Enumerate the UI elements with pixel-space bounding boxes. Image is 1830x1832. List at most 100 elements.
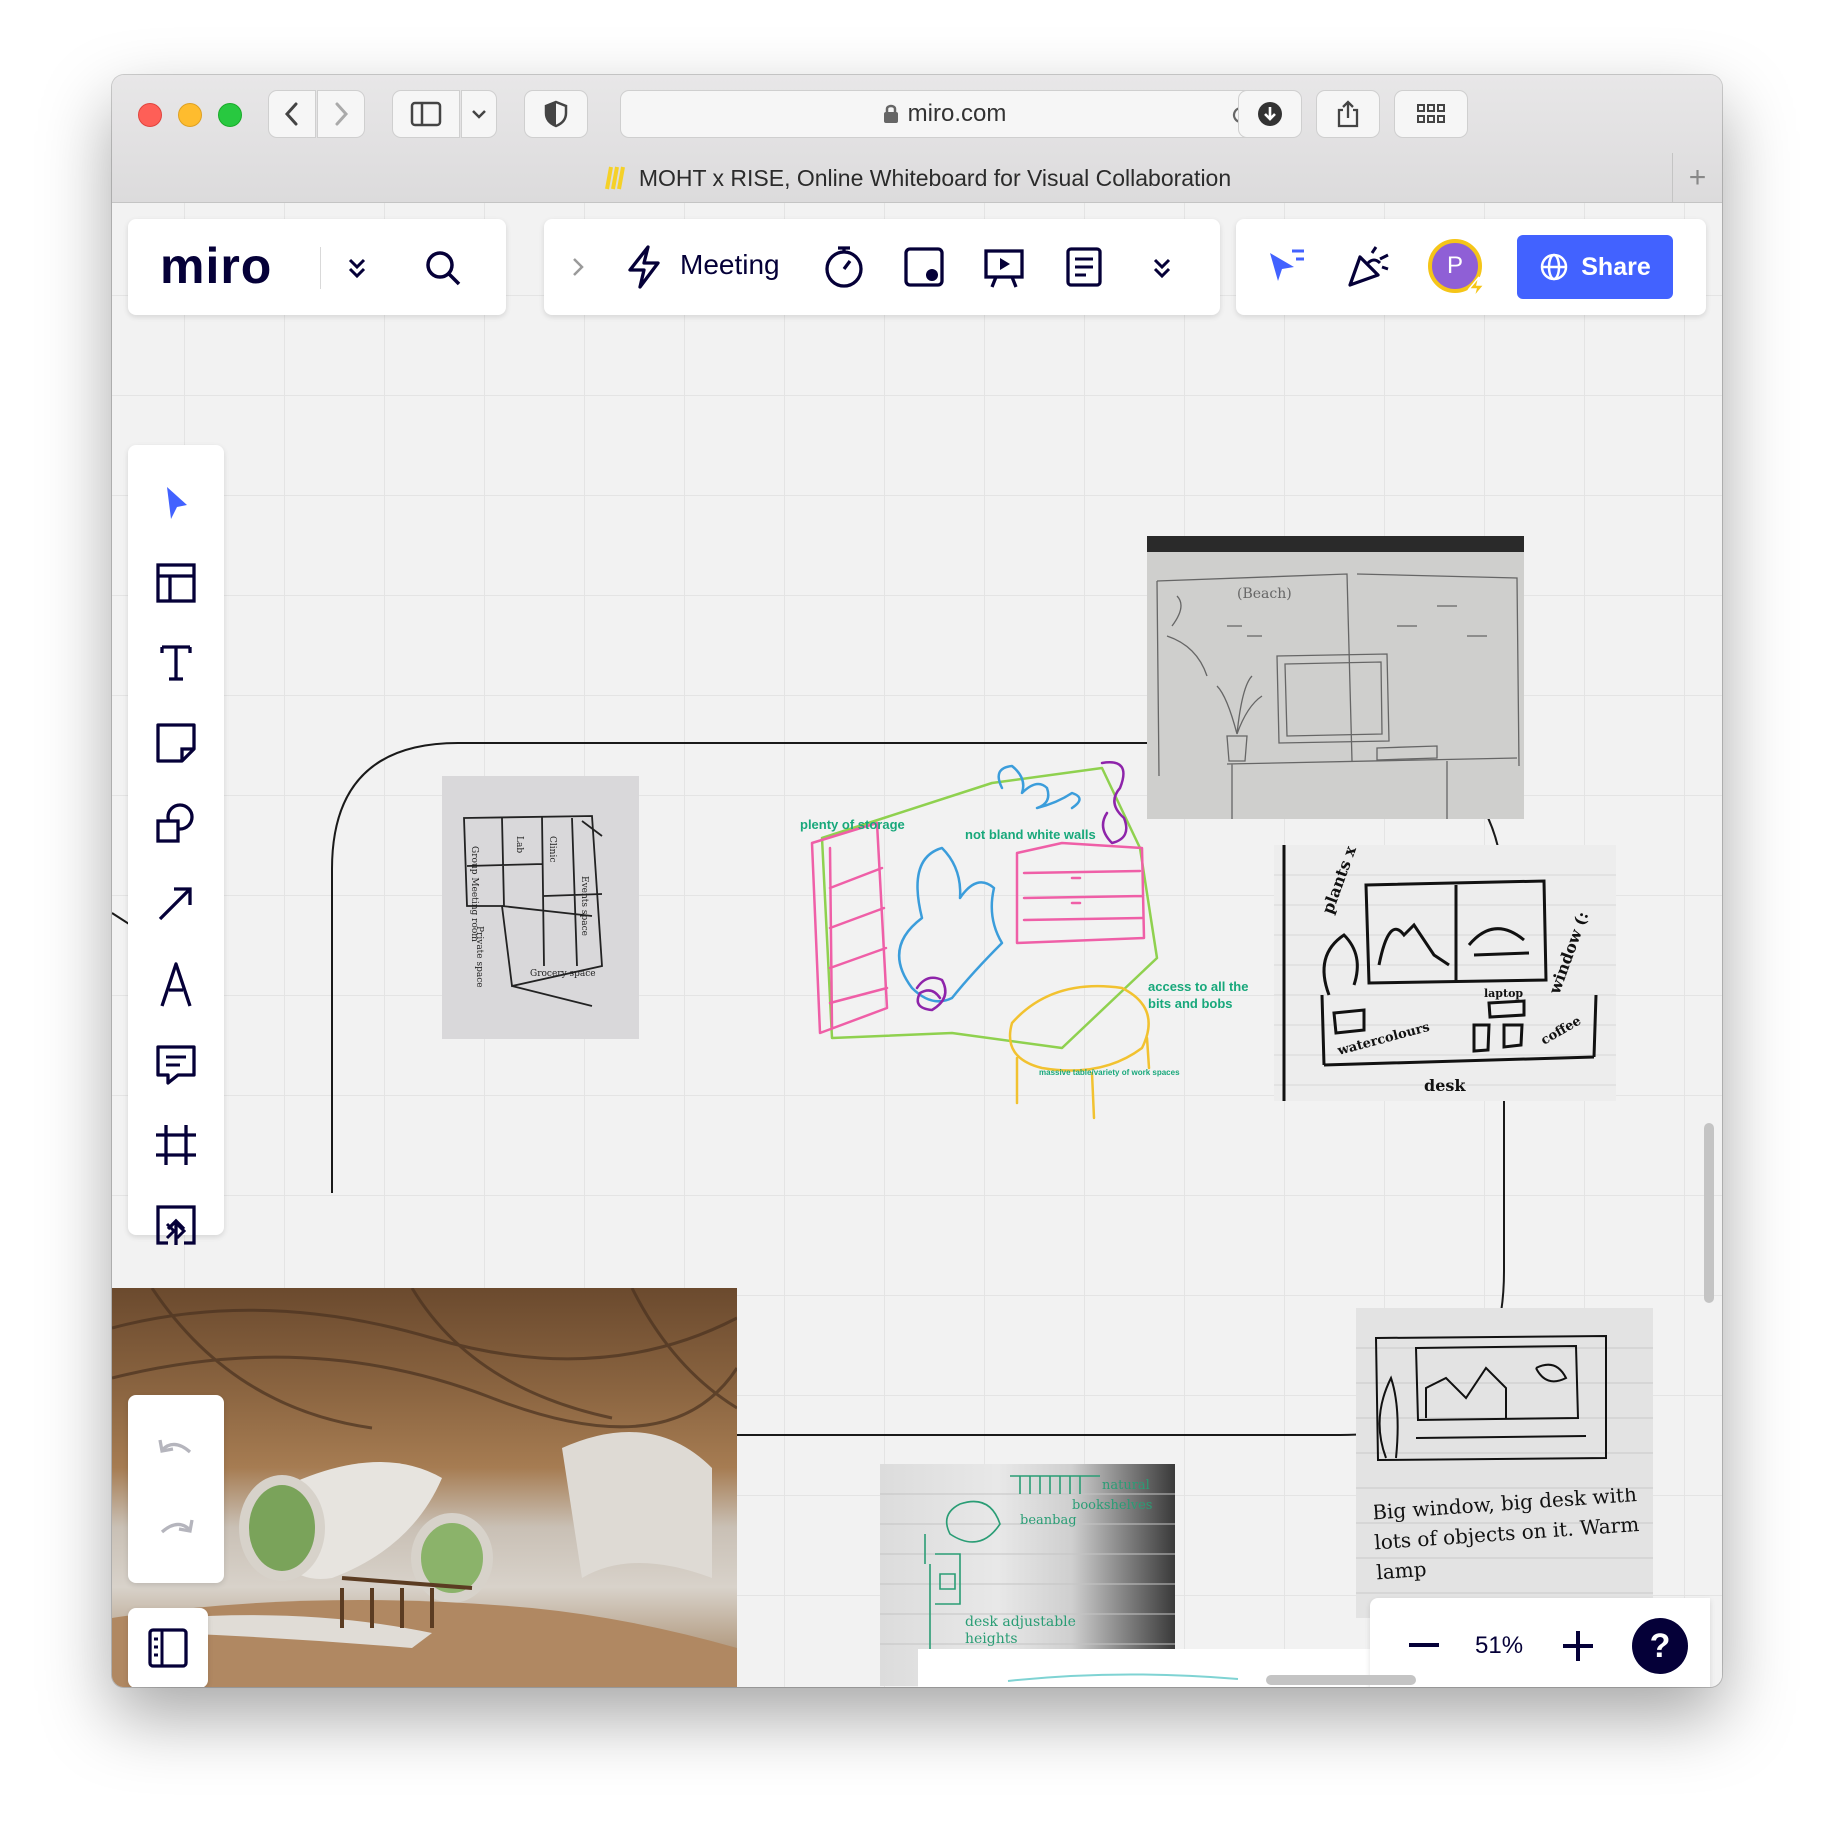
chevron-right-icon xyxy=(335,102,349,126)
pen-icon xyxy=(160,962,192,1007)
more-tools-button[interactable] xyxy=(1140,247,1184,289)
label-access-bits-and-bobs[interactable]: access to all the bits and bobs xyxy=(1148,978,1266,1012)
board-menu-button[interactable] xyxy=(336,247,378,289)
svg-text:window (:: window (: xyxy=(1545,909,1593,997)
svg-text:Events space: Events space xyxy=(579,876,589,936)
meeting-button[interactable]: Meeting xyxy=(680,249,780,281)
more-apps-button[interactable] xyxy=(152,1207,200,1255)
lightning-icon[interactable] xyxy=(622,243,666,291)
search-icon xyxy=(426,251,461,286)
privacy-report-button[interactable] xyxy=(524,90,588,138)
svg-text:laptop: laptop xyxy=(1484,987,1523,1000)
sticky-note-tool[interactable] xyxy=(152,719,200,767)
svg-text:plants x 100: plants x 100 xyxy=(1318,845,1373,916)
share-label: Share xyxy=(1581,252,1651,281)
connection-line-tool[interactable] xyxy=(152,879,200,927)
double-chevron-right-icon xyxy=(165,1222,187,1240)
table-stroke xyxy=(1008,984,1151,1120)
back-button[interactable] xyxy=(268,90,316,138)
timer-button[interactable] xyxy=(820,243,868,291)
chevron-right-icon xyxy=(573,258,584,276)
share-page-button[interactable] xyxy=(1316,90,1380,138)
notes-button[interactable] xyxy=(1060,243,1108,291)
share-button[interactable]: Share xyxy=(1517,235,1673,299)
lightning-badge-icon xyxy=(1467,276,1486,298)
sidebar-toggle-button[interactable] xyxy=(392,90,460,138)
video-chat-button[interactable] xyxy=(900,243,948,291)
frame-tool[interactable] xyxy=(152,1121,200,1169)
board-menu-panel: miro xyxy=(128,219,506,315)
downloads-button[interactable] xyxy=(1238,90,1302,138)
label-plenty-of-storage[interactable]: plenty of storage xyxy=(800,817,905,832)
cursor-attention-button[interactable] xyxy=(1262,243,1310,291)
download-icon xyxy=(1258,102,1282,126)
ideal-room-sketch[interactable] xyxy=(802,748,1262,1168)
share-panel: P Share xyxy=(1236,219,1706,315)
room-outline-stroke xyxy=(820,766,1159,1050)
forward-button[interactable] xyxy=(317,90,365,138)
tab-overview-button[interactable] xyxy=(1394,90,1468,138)
frames-panel-button[interactable] xyxy=(128,1608,208,1687)
active-tab[interactable]: MOHT x RISE, Online Whiteboard for Visua… xyxy=(112,153,1722,203)
whiteboard-canvas[interactable]: Group Meeting room Lab Clinic Private sp… xyxy=(112,203,1722,1687)
big-window-sketch-photo[interactable]: Big window, big desk with lots of object… xyxy=(1356,1308,1653,1618)
new-tab-button[interactable]: + xyxy=(1672,153,1722,203)
creation-toolbar xyxy=(128,445,224,1245)
tab-title: MOHT x RISE, Online Whiteboard for Visua… xyxy=(638,164,1232,191)
present-button[interactable] xyxy=(980,243,1028,291)
address-bar[interactable]: miro.com xyxy=(620,90,1268,138)
screen: miro.com MOHT x RISE, Online Whiteboard … xyxy=(0,0,1830,1832)
svg-text:beanbag: beanbag xyxy=(1020,1513,1077,1528)
miro-logo[interactable]: miro xyxy=(160,237,272,295)
party-popper-icon xyxy=(1348,246,1389,287)
shapes-icon xyxy=(156,803,194,843)
comment-tool[interactable] xyxy=(152,1041,200,1089)
comment-icon xyxy=(156,1045,196,1085)
svg-text:watercolours: watercolours xyxy=(1335,1020,1431,1059)
search-button[interactable] xyxy=(420,245,466,291)
video-chat-icon xyxy=(904,247,944,287)
zoom-window-button[interactable] xyxy=(218,103,242,127)
zoom-level[interactable]: 51% xyxy=(1475,1632,1523,1660)
help-button[interactable]: ? xyxy=(1632,1618,1688,1674)
svg-text:(Beach): (Beach) xyxy=(1237,586,1292,602)
svg-text:Grocery space: Grocery space xyxy=(530,969,596,979)
floorplan-sketch-photo[interactable]: Group Meeting room Lab Clinic Private sp… xyxy=(442,776,639,1039)
svg-text:bookshelves: bookshelves xyxy=(1072,1498,1152,1513)
select-tool[interactable] xyxy=(152,479,200,527)
redo-icon xyxy=(160,1519,194,1534)
zoom-in-button[interactable] xyxy=(1554,1622,1602,1670)
big-window-caption: Big window, big desk with lots of object… xyxy=(1374,1488,1640,1585)
templates-tool[interactable] xyxy=(152,559,200,607)
close-window-button[interactable] xyxy=(138,103,162,127)
plants-desk-sketch-photo[interactable]: plants x 100 window (: laptop watercolou… xyxy=(1274,845,1616,1101)
plus-icon xyxy=(1563,1631,1593,1661)
tab-overview-dropdown[interactable] xyxy=(461,90,497,138)
lock-icon xyxy=(883,104,898,123)
shapes-tool[interactable] xyxy=(152,799,200,847)
minus-icon xyxy=(1409,1643,1439,1647)
svg-text:natural: natural xyxy=(1102,1478,1150,1493)
chevron-down-icon xyxy=(472,110,486,119)
plants-desk-drawing: plants x 100 window (: laptop watercolou… xyxy=(1274,845,1616,1101)
pen-tool[interactable] xyxy=(152,959,200,1011)
divider xyxy=(320,247,321,289)
minimize-window-button[interactable] xyxy=(178,103,202,127)
expand-toolbar-button[interactable] xyxy=(566,253,590,281)
horizontal-scrollbar[interactable] xyxy=(1266,1675,1416,1685)
presentation-icon xyxy=(984,249,1024,288)
label-not-bland-white-walls[interactable]: not bland white walls xyxy=(965,827,1096,842)
url-text: miro.com xyxy=(907,100,1007,127)
reactions-button[interactable] xyxy=(1342,241,1394,293)
undo-button[interactable] xyxy=(152,1425,200,1473)
vertical-scrollbar[interactable] xyxy=(1704,1123,1714,1303)
zoom-out-button[interactable] xyxy=(1400,1622,1448,1670)
text-tool[interactable] xyxy=(152,639,200,687)
collaboration-toolbar: Meeting xyxy=(544,219,1220,315)
notes-icon xyxy=(1066,247,1102,287)
floorplan-drawing: Group Meeting room Lab Clinic Private sp… xyxy=(463,815,603,1007)
redo-button[interactable] xyxy=(152,1505,200,1553)
label-massive-table[interactable]: massive table/variety of work spaces xyxy=(1039,1068,1180,1077)
sticky-note-icon xyxy=(156,723,196,763)
svg-text:Lab: Lab xyxy=(514,836,524,853)
